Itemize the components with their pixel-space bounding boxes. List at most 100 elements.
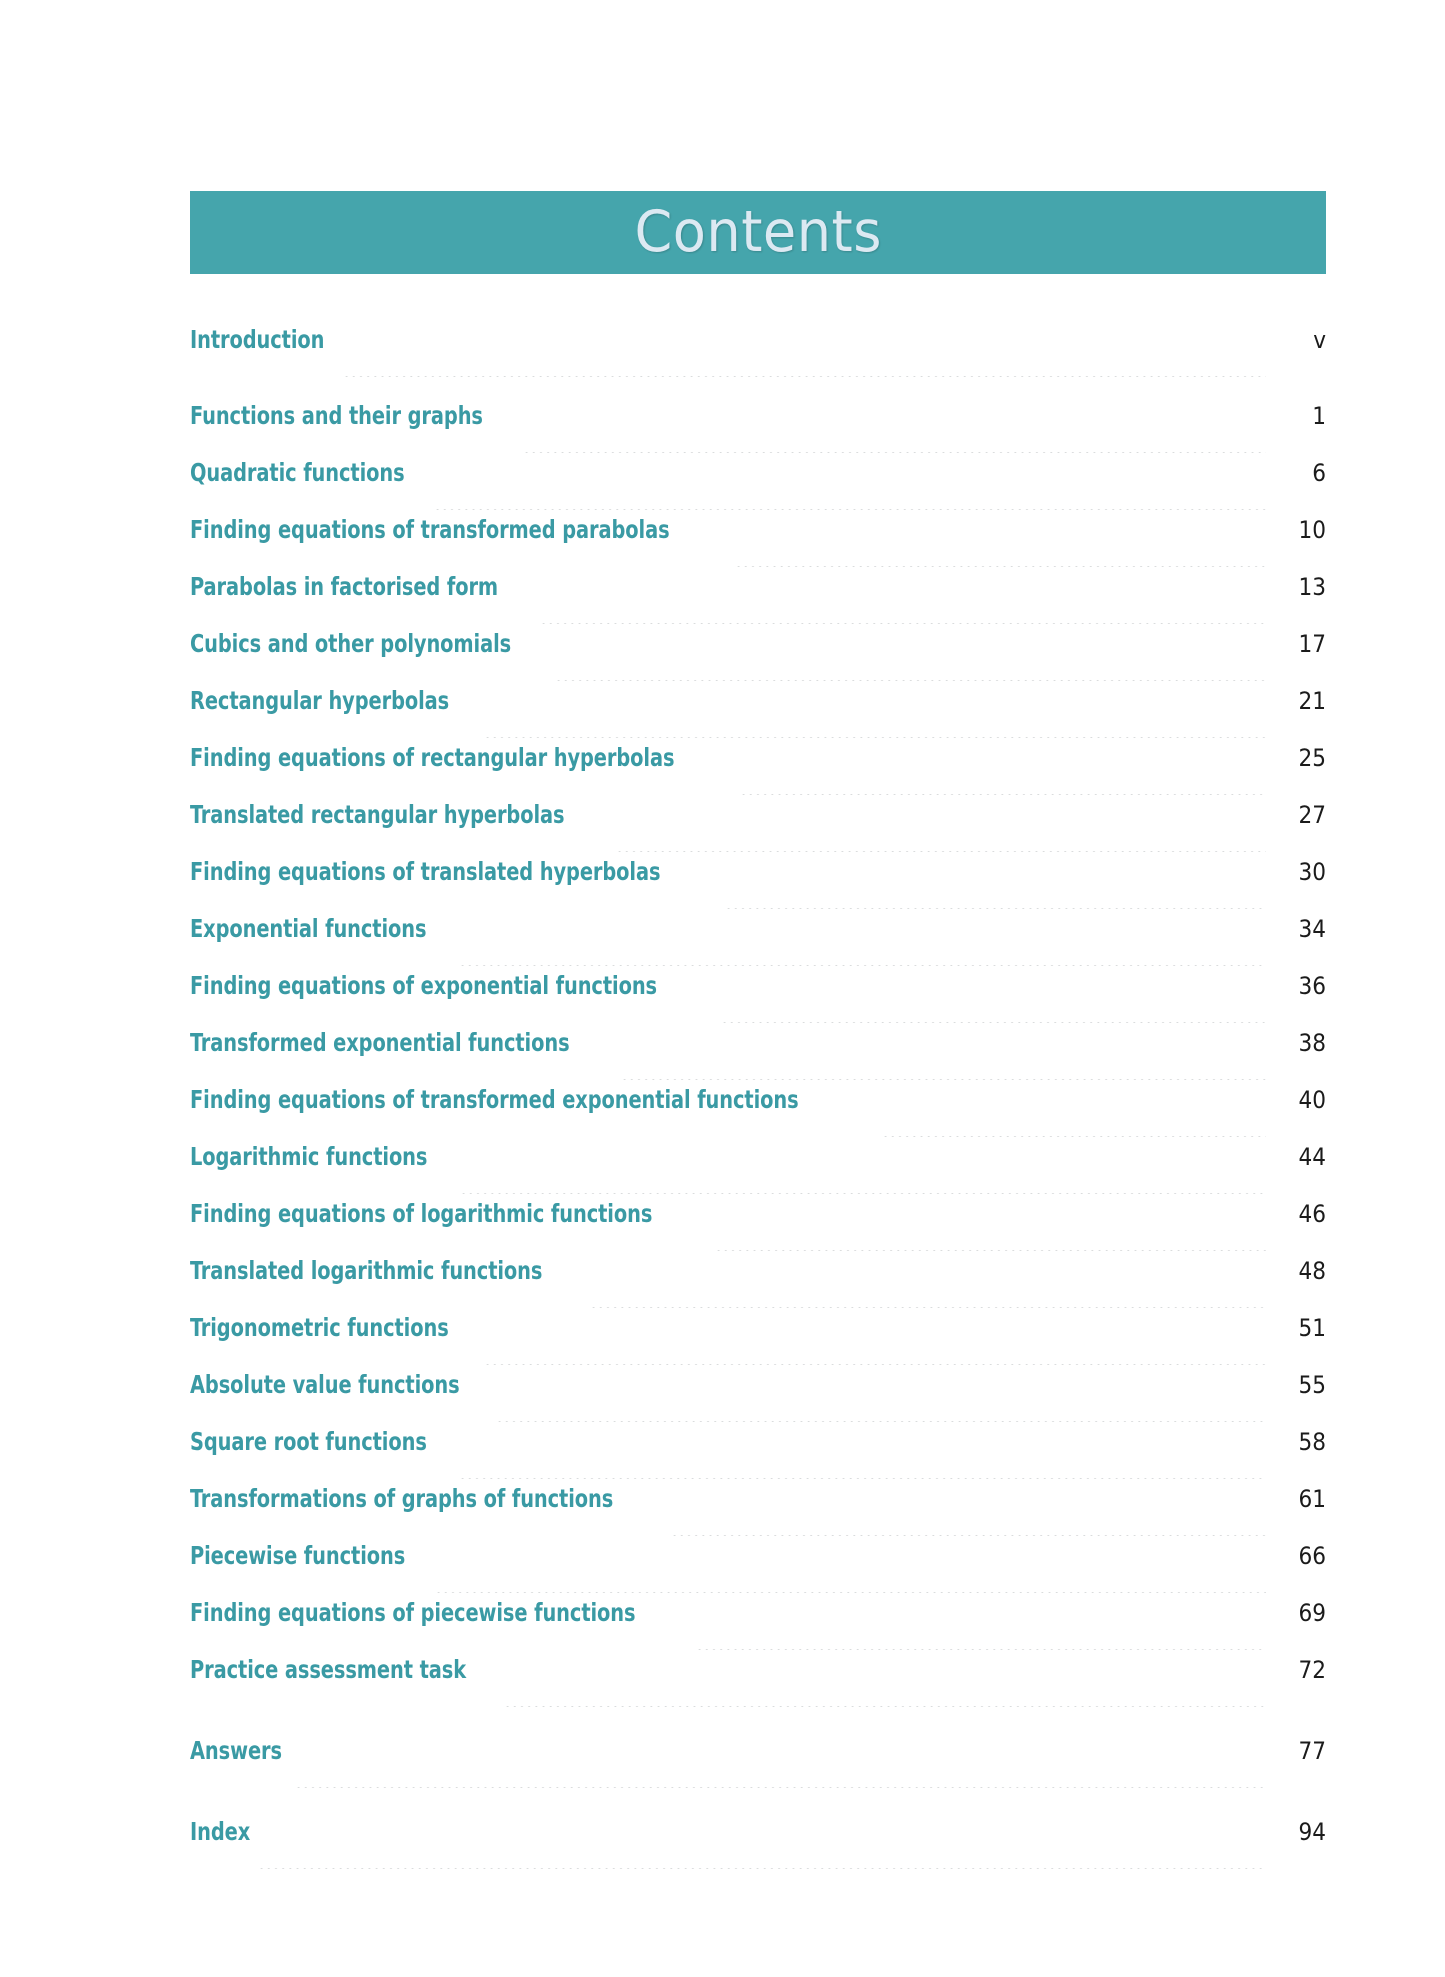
toc-leader-dots: [724, 908, 1266, 909]
toc-entry[interactable]: Finding equations of transformed parabol…: [190, 515, 1326, 572]
toc-entry-page-number: 66: [1298, 1542, 1326, 1570]
contents-title-banner: Contents: [190, 191, 1326, 274]
toc-leader-dots: [342, 376, 1266, 377]
toc-entry[interactable]: Transformed exponential functions 38: [190, 1028, 1326, 1085]
toc-entry[interactable]: Logarithmic functions 44: [190, 1142, 1326, 1199]
toc-entry[interactable]: Trigonometric functions 51: [190, 1313, 1326, 1370]
toc-leader-dots: [459, 1478, 1266, 1479]
toc-entry-page-number: 55: [1298, 1371, 1326, 1399]
toc-entry-page-number: 27: [1298, 801, 1326, 829]
toc-entry[interactable]: Answers 77: [190, 1736, 1326, 1793]
toc-leader-dots: [258, 1868, 1266, 1869]
toc-leader-dots: [433, 509, 1266, 510]
toc-entry-page-number: 46: [1298, 1200, 1326, 1228]
toc-entry[interactable]: Transformations of graphs of functions 61: [190, 1484, 1326, 1541]
toc-entry-label: Exponential functions: [190, 914, 427, 943]
toc-entry[interactable]: Practice assessment task 72: [190, 1655, 1326, 1712]
toc-entry-label: Index: [190, 1817, 251, 1846]
toc-entry[interactable]: Quadratic functions 6: [190, 458, 1326, 515]
toc-entry-label: Parabolas in factorised form: [190, 572, 499, 601]
toc-entry-label: Square root functions: [190, 1427, 427, 1456]
toc-entry-label: Finding equations of piecewise functions: [190, 1598, 636, 1627]
toc-entry-label: Cubics and other polynomials: [190, 629, 512, 658]
toc-entry[interactable]: Translated logarithmic functions 48: [190, 1256, 1326, 1313]
toc-leader-dots: [696, 1649, 1266, 1650]
toc-leader-dots: [734, 566, 1266, 567]
toc-entry[interactable]: Cubics and other polynomials 17: [190, 629, 1326, 686]
toc-leader-dots: [522, 452, 1266, 453]
toc-entry[interactable]: Finding equations of piecewise functions…: [190, 1598, 1326, 1655]
toc-entry[interactable]: Rectangular hyperbolas 21: [190, 686, 1326, 743]
toc-leader-dots: [459, 1193, 1266, 1194]
toc-entry[interactable]: Parabolas in factorised form 13: [190, 572, 1326, 629]
toc-entry-label: Transformations of graphs of functions: [190, 1484, 614, 1513]
toc-entry-page-number: 44: [1298, 1143, 1326, 1171]
table-of-contents-list: Introduction v Functions and their graphs 1…: [190, 325, 1326, 1874]
toc-entry-page-number: 38: [1298, 1029, 1326, 1057]
toc-entry-page-number: 17: [1298, 630, 1326, 658]
toc-entry-page-number: 40: [1298, 1086, 1326, 1114]
toc-entry-page-number: 34: [1298, 915, 1326, 943]
toc-entry-page-number: 94: [1298, 1818, 1326, 1846]
toc-leader-dots: [294, 1787, 1267, 1788]
toc-entry[interactable]: Functions and their graphs 1: [190, 401, 1326, 458]
toc-entry-label: Functions and their graphs: [190, 401, 483, 430]
toc-entry-page-number: 61: [1298, 1485, 1326, 1513]
toc-entry-label: Transformed exponential functions: [190, 1028, 570, 1057]
toc-leader-dots: [621, 1079, 1266, 1080]
toc-entry-label: Finding equations of logarithmic functio…: [190, 1199, 653, 1228]
toc-entry[interactable]: Piecewise functions 66: [190, 1541, 1326, 1598]
toc-entry-label: Piecewise functions: [190, 1541, 406, 1570]
toc-entry[interactable]: Introduction v: [190, 325, 1326, 382]
toc-entry-page-number: v: [1313, 326, 1326, 354]
toc-entry-label: Absolute value functions: [190, 1370, 460, 1399]
toc-entry-label: Introduction: [190, 325, 325, 354]
toc-entry-page-number: 58: [1298, 1428, 1326, 1456]
toc-entry[interactable]: Translated rectangular hyperbolas 27: [190, 800, 1326, 857]
toc-leader-dots: [740, 794, 1266, 795]
toc-entry-label: Translated logarithmic functions: [190, 1256, 543, 1285]
toc-entry[interactable]: Finding equations of rectangular hyperbo…: [190, 743, 1326, 800]
toc-leader-dots: [670, 1535, 1266, 1536]
toc-entry-label: Rectangular hyperbolas: [190, 686, 450, 715]
page-title: Contents: [634, 199, 882, 265]
toc-entry-label: Finding equations of transformed exponen…: [190, 1085, 799, 1114]
toc-leader-dots: [496, 1421, 1266, 1422]
toc-leader-dots: [458, 965, 1266, 966]
toc-leader-dots: [503, 1706, 1266, 1707]
toc-entry[interactable]: Square root functions 58: [190, 1427, 1326, 1484]
toc-entry-page-number: 13: [1298, 573, 1326, 601]
toc-entry-page-number: 48: [1298, 1257, 1326, 1285]
toc-leader-dots: [720, 1022, 1266, 1023]
toc-entry-label: Finding equations of transformed parabol…: [190, 515, 670, 544]
toc-entry-label: Trigonometric functions: [190, 1313, 449, 1342]
toc-entry-page-number: 1: [1312, 402, 1326, 430]
toc-leader-dots: [540, 623, 1266, 624]
toc-entry[interactable]: Exponential functions 34: [190, 914, 1326, 971]
toc-leader-dots: [554, 680, 1266, 681]
toc-entry-page-number: 10: [1298, 516, 1326, 544]
toc-leader-dots: [881, 1136, 1266, 1137]
toc-entry-label: Quadratic functions: [190, 458, 405, 487]
toc-entry[interactable]: Finding equations of logarithmic functio…: [190, 1199, 1326, 1256]
toc-entry-page-number: 25: [1298, 744, 1326, 772]
toc-leader-dots: [434, 1592, 1266, 1593]
toc-entry-label: Finding equations of translated hyperbol…: [190, 857, 661, 886]
toc-entry[interactable]: Finding equations of exponential functio…: [190, 971, 1326, 1028]
toc-leader-dots: [484, 737, 1266, 738]
toc-entry-label: Logarithmic functions: [190, 1142, 428, 1171]
toc-entry-page-number: 77: [1298, 1737, 1326, 1765]
toc-entry[interactable]: Finding equations of transformed exponen…: [190, 1085, 1326, 1142]
toc-entry-label: Practice assessment task: [190, 1655, 467, 1684]
toc-entry-page-number: 72: [1298, 1656, 1326, 1684]
toc-entry[interactable]: Index 94: [190, 1817, 1326, 1874]
toc-entry-label: Answers: [190, 1736, 282, 1765]
toc-entry-page-number: 69: [1298, 1599, 1326, 1627]
toc-entry-label: Translated rectangular hyperbolas: [190, 800, 565, 829]
toc-entry-page-number: 6: [1312, 459, 1326, 487]
toc-entry-label: Finding equations of rectangular hyperbo…: [190, 743, 675, 772]
toc-entry[interactable]: Finding equations of translated hyperbol…: [190, 857, 1326, 914]
toc-leader-dots: [590, 1307, 1266, 1308]
toc-entry[interactable]: Absolute value functions 55: [190, 1370, 1326, 1427]
toc-leader-dots: [483, 1364, 1266, 1365]
